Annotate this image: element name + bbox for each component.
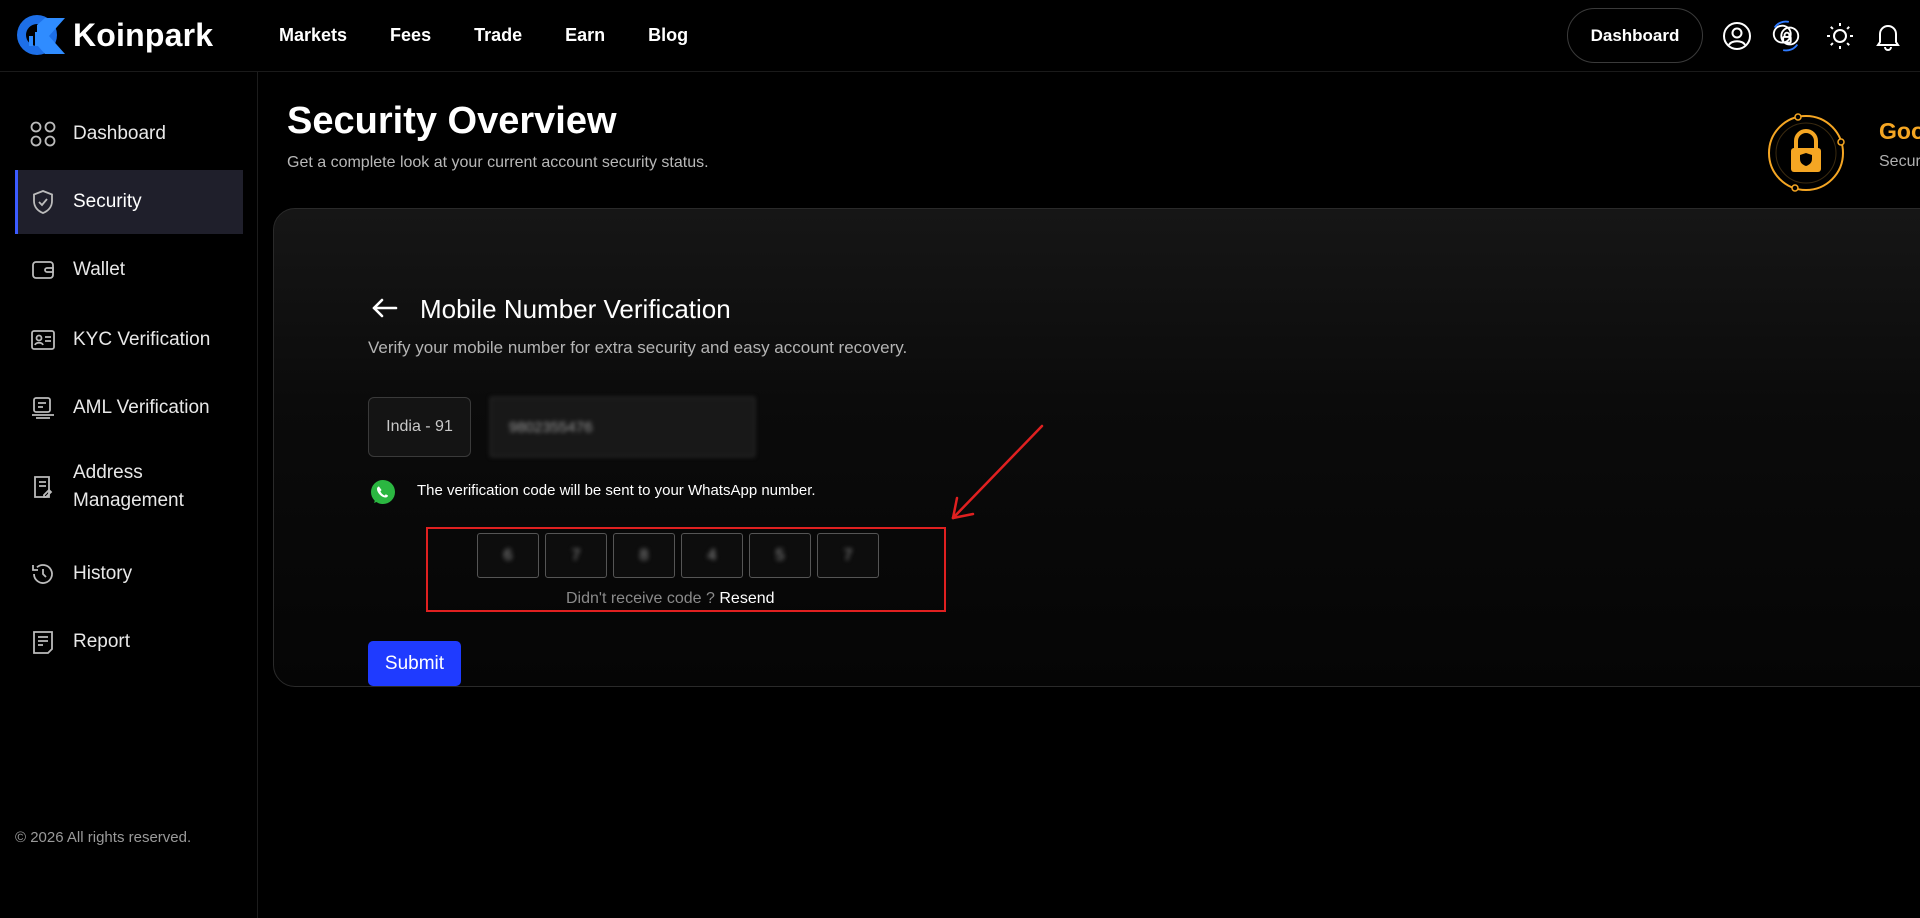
nav-trade[interactable]: Trade bbox=[474, 25, 522, 46]
security-status-title: Good bbox=[1879, 118, 1920, 144]
sidebar-item-label: Address Management bbox=[73, 462, 184, 511]
security-badge-icon[interactable] bbox=[1770, 20, 1802, 52]
country-code-select[interactable]: India - 91 bbox=[368, 397, 471, 457]
brand-name: Koinpark bbox=[73, 16, 214, 53]
nav-earn[interactable]: Earn bbox=[565, 25, 605, 46]
phone-number-input[interactable]: 9802355476 bbox=[490, 397, 755, 457]
nav-fees[interactable]: Fees bbox=[390, 25, 431, 46]
sidebar-item-kyc[interactable]: KYC Verification bbox=[15, 308, 243, 372]
otp-digit-input[interactable]: 5 bbox=[749, 533, 811, 578]
nav-blog[interactable]: Blog bbox=[648, 25, 688, 46]
sidebar-item-aml[interactable]: AML Verification bbox=[15, 376, 243, 440]
top-navbar: Koinpark Markets Fees Trade Earn Blog Da… bbox=[0, 0, 1920, 72]
nav-markets[interactable]: Markets bbox=[279, 25, 347, 46]
id-card-icon bbox=[29, 326, 57, 354]
aml-icon bbox=[29, 394, 57, 422]
sidebar-item-label: KYC Verification bbox=[73, 329, 211, 350]
whatsapp-note: The verification code will be sent to yo… bbox=[417, 482, 816, 499]
copyright-text: © 2026 All rights reserved. bbox=[15, 829, 192, 846]
sidebar-item-history[interactable]: History bbox=[15, 542, 243, 606]
sidebar-item-wallet[interactable]: Wallet bbox=[15, 238, 243, 302]
sidebar-item-label: Dashboard bbox=[73, 123, 166, 144]
sidebar-item-report[interactable]: Report bbox=[15, 610, 243, 674]
history-icon bbox=[29, 560, 57, 588]
page-subtitle: Get a complete look at your current acco… bbox=[287, 154, 709, 171]
page-title: Security Overview bbox=[287, 100, 617, 142]
theme-sun-icon[interactable] bbox=[1824, 20, 1856, 52]
annotation-arrow-icon bbox=[945, 420, 1055, 525]
sidebar-item-label: AML Verification bbox=[73, 397, 210, 418]
address-icon bbox=[29, 473, 57, 501]
security-status-subtitle: Security bbox=[1879, 153, 1920, 170]
security-lock-icon bbox=[1765, 112, 1847, 194]
main-nav: Markets Fees Trade Earn Blog bbox=[279, 25, 688, 46]
sidebar-item-security[interactable]: Security bbox=[15, 170, 243, 234]
bell-icon[interactable] bbox=[1872, 20, 1904, 52]
user-icon[interactable] bbox=[1721, 20, 1753, 52]
whatsapp-icon bbox=[369, 478, 397, 506]
otp-digit-input[interactable]: 8 bbox=[613, 533, 675, 578]
brand-logo[interactable]: Koinpark bbox=[15, 12, 213, 58]
verification-subtitle: Verify your mobile number for extra secu… bbox=[368, 338, 908, 357]
sidebar-item-address-management[interactable]: Address Management bbox=[15, 450, 243, 524]
sidebar-item-label: Security bbox=[73, 191, 142, 212]
otp-digit-input[interactable]: 6 bbox=[477, 533, 539, 578]
sidebar: Dashboard Security Wallet KYC Verificati… bbox=[0, 72, 258, 918]
back-arrow-icon[interactable] bbox=[370, 293, 400, 323]
koinpark-logo-icon bbox=[15, 12, 67, 58]
sidebar-item-dashboard[interactable]: Dashboard bbox=[15, 102, 243, 166]
resend-prompt: Didn't receive code ? Resend bbox=[566, 590, 775, 607]
submit-button[interactable]: Submit bbox=[368, 641, 461, 686]
otp-digit-input[interactable]: 7 bbox=[545, 533, 607, 578]
wallet-icon bbox=[29, 256, 57, 284]
sidebar-item-label: History bbox=[73, 563, 133, 584]
grid-icon bbox=[29, 120, 57, 148]
dashboard-button[interactable]: Dashboard bbox=[1567, 8, 1703, 63]
otp-digit-input[interactable]: 4 bbox=[681, 533, 743, 578]
sidebar-item-label: Wallet bbox=[73, 259, 126, 280]
resend-link[interactable]: Resend bbox=[719, 590, 774, 607]
otp-digit-input[interactable]: 7 bbox=[817, 533, 879, 578]
shield-icon bbox=[29, 188, 57, 216]
verification-title: Mobile Number Verification bbox=[420, 294, 731, 324]
sidebar-item-label: Report bbox=[73, 631, 131, 652]
report-icon bbox=[29, 628, 57, 656]
